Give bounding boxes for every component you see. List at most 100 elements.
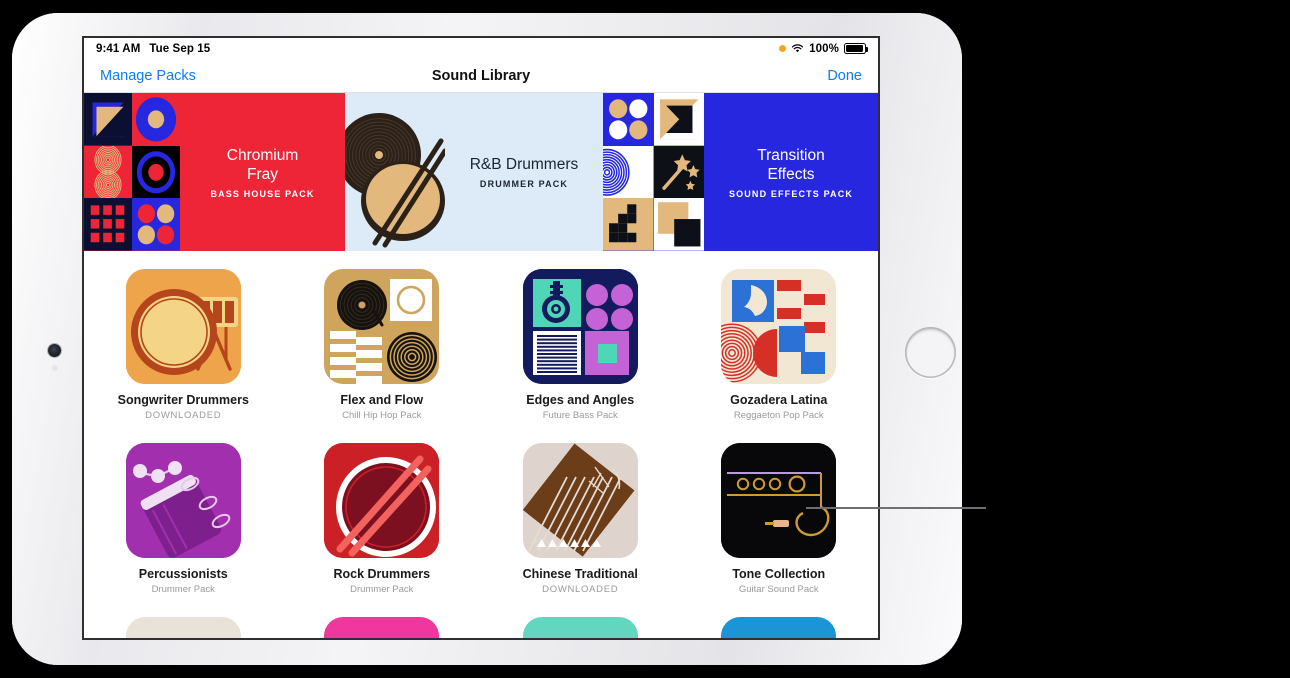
row-spacer [84, 421, 878, 443]
pack-status-label: Chill Hip Hop Pack [342, 410, 422, 421]
pack-status-label: Drummer Pack [350, 584, 414, 595]
pack-name: Gozadera Latina [730, 393, 828, 407]
art-offset-squares-icon [653, 198, 704, 251]
pack-artwork[interactable] [125, 443, 241, 558]
banner-art-cell [603, 198, 654, 251]
pack-name: Tone Collection [732, 567, 826, 581]
art-triangle-square-icon [84, 93, 132, 146]
pack-row-partial [84, 617, 878, 638]
drum-sticks-icon [324, 443, 440, 558]
banner-art-cell [84, 198, 132, 251]
screenshot-stage: 9:41 AM Tue Sep 15 100% Manage Packs Sou… [0, 0, 1290, 678]
pack-item[interactable]: Rock Drummers Drummer Pack [283, 443, 482, 595]
art-sparkle-wand-icon [653, 145, 704, 199]
pack-item-partial[interactable] [283, 617, 482, 638]
banner-artwork [84, 93, 180, 251]
pack-name: Chinese Traditional [522, 567, 638, 581]
recording-indicator-icon [779, 45, 787, 52]
banner-art-cell [603, 93, 654, 146]
vinyl-record-drum-icon [345, 93, 445, 251]
wifi-icon [792, 44, 804, 53]
art-ring-target-icon [132, 145, 180, 199]
done-button[interactable]: Done [827, 68, 862, 84]
pack-status-label: DOWNLOADED [145, 410, 222, 421]
pack-status-label: Reggaeton Pop Pack [733, 410, 824, 421]
banner-art-cell [132, 198, 180, 251]
banner-subtitle: BASS HOUSE PACK [210, 188, 315, 199]
navigation-bar: Manage Packs Sound Library Done [84, 59, 878, 93]
row-spacer [84, 595, 878, 617]
pack-artwork[interactable] [721, 443, 837, 558]
pack-item[interactable]: Flex and Flow Chill Hip Hop Pack [283, 269, 482, 421]
pack-artwork[interactable] [522, 617, 638, 638]
pack-artwork[interactable] [721, 269, 837, 384]
banner-3[interactable]: Transition Effects SOUND EFFECTS PACK [603, 93, 878, 251]
headphones-dots-icon [522, 269, 638, 384]
pack-artwork[interactable] [125, 269, 241, 384]
pack-item[interactable]: Percussionists Drummer Pack [84, 443, 283, 595]
banner-art-cell [84, 93, 132, 146]
home-button[interactable] [905, 327, 956, 378]
pack-item[interactable]: Songwriter Drummers DOWNLOADED [84, 269, 283, 421]
pack-name: Songwriter Drummers [117, 393, 249, 407]
pack-name: Flex and Flow [340, 393, 424, 407]
banner-artwork [603, 93, 704, 251]
drum-kit-icon [125, 269, 241, 384]
status-bar-right: 100% [779, 43, 869, 55]
manage-packs-button[interactable]: Manage Packs [100, 68, 196, 84]
art-triangle-square-icon [653, 93, 704, 146]
ipad-screen: 9:41 AM Tue Sep 15 100% Manage Packs Sou… [84, 38, 878, 638]
pack-item-partial[interactable] [481, 617, 680, 638]
pack-status-label: Drummer Pack [151, 584, 215, 595]
banner-text: R&B Drummers DRUMMER PACK [445, 155, 603, 189]
pack-status-label: DOWNLOADED [542, 584, 619, 595]
banner-1[interactable]: Chromium Fray BASS HOUSE PACK [84, 93, 345, 251]
banner-2[interactable]: R&B Drummers DRUMMER PACK [345, 93, 603, 251]
status-time: 9:41 AM [96, 42, 141, 55]
pack-artwork[interactable] [125, 617, 241, 638]
ambient-sensor-icon [52, 365, 58, 371]
pack-status-label: Guitar Sound Pack [738, 584, 819, 595]
banner-art-cell [603, 145, 654, 199]
banner-subtitle: DRUMMER PACK [479, 179, 569, 189]
pack-artwork[interactable] [324, 443, 440, 558]
battery-icon [844, 43, 869, 54]
pack-artwork[interactable] [324, 617, 440, 638]
banner-text: Transition Effects SOUND EFFECTS PACK [704, 146, 878, 199]
pack-item[interactable]: Edges and Angles Future Bass Pack [481, 269, 680, 421]
conga-beads-icon [125, 443, 241, 558]
pack-status-label: Future Bass Pack [542, 410, 618, 421]
pack-name: Rock Drummers [333, 567, 431, 581]
status-bar: 9:41 AM Tue Sep 15 100% [84, 38, 878, 59]
banner-art-cell [345, 93, 445, 251]
pack-item-partial[interactable] [680, 617, 879, 638]
amp-cable-icon [721, 443, 837, 558]
banner-art-cell [653, 198, 704, 251]
pack-artwork[interactable] [522, 269, 638, 384]
banner-text: Chromium Fray BASS HOUSE PACK [180, 146, 345, 199]
banner-art-cell [653, 93, 704, 146]
banner-artwork [345, 93, 445, 251]
pack-artwork[interactable] [721, 617, 837, 638]
pack-name: Percussionists [138, 567, 228, 581]
pack-item[interactable]: Gozadera Latina Reggaeton Pop Pack [680, 269, 879, 421]
art-arcs-icon [603, 145, 654, 199]
latin-shapes-icon [721, 269, 837, 384]
callout-leader-line [806, 507, 986, 509]
sound-pack-grid[interactable]: Songwriter Drummers DOWNLOADED Flex and Fl… [84, 251, 878, 638]
banner-art-cell [653, 145, 704, 199]
pack-artwork[interactable] [324, 269, 440, 384]
pack-item-partial[interactable] [84, 617, 283, 638]
pack-item[interactable]: Chinese Traditional DOWNLOADED [481, 443, 680, 595]
art-four-circles-icon [132, 198, 180, 251]
banner-title: Chromium Fray [226, 146, 299, 183]
pack-item[interactable]: Tone Collection Guitar Sound Pack [680, 443, 879, 595]
art-concentric-rings-icon [84, 145, 132, 199]
banner-title: R&B Drummers [469, 156, 579, 173]
page-title: Sound Library [431, 67, 531, 84]
banner-art-cell [132, 93, 180, 146]
pack-name: Edges and Angles [526, 393, 635, 407]
pack-row: Songwriter Drummers DOWNLOADED Flex and Fl… [84, 269, 878, 421]
art-circle-dot-icon [132, 93, 180, 146]
pack-artwork[interactable] [522, 443, 638, 558]
